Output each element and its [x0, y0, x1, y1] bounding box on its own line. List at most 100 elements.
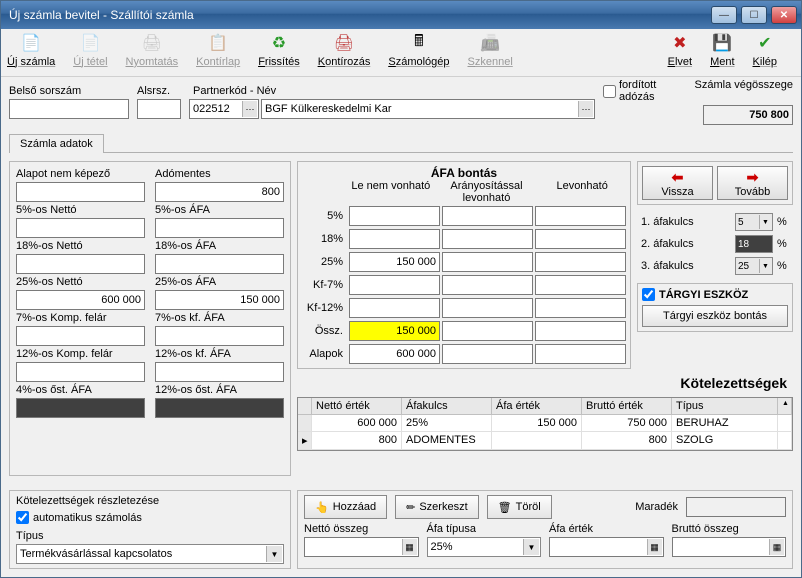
afa-cell[interactable] — [349, 298, 440, 318]
afa-tipusa-combo[interactable]: 25%▼ — [427, 537, 542, 557]
afa25-field[interactable]: 150 000 — [155, 290, 284, 310]
partner-nev-lookup-icon[interactable]: ⋯ — [578, 101, 593, 117]
scroll-up[interactable]: ▲ — [778, 398, 792, 415]
targyi-eszkoz-check[interactable]: TÁRGYI ESZKÖZ — [638, 284, 792, 305]
label-netto25: 25%-os Nettó — [16, 276, 145, 288]
afa-cell[interactable] — [535, 206, 626, 226]
brutto-osszeg-field[interactable]: ▦ — [672, 537, 787, 557]
trash-icon: 🗑 — [498, 501, 512, 514]
label-komp12: 12%-os Komp. felár — [16, 348, 145, 360]
afa-row-label: Alapok — [302, 348, 347, 360]
edit-icon: ✏ — [406, 501, 415, 514]
szamologep-icon: 🖩 — [408, 32, 430, 54]
komp7-field[interactable] — [16, 326, 145, 346]
toolbar-kontirozas[interactable]: 🖨Kontírozás — [318, 32, 371, 68]
afa-cell[interactable] — [349, 206, 440, 226]
afa-cell[interactable] — [442, 252, 533, 272]
afa-cell[interactable] — [442, 321, 533, 341]
tovabb-button[interactable]: ➡ Tovább — [717, 166, 788, 200]
afa-cell[interactable] — [535, 321, 626, 341]
toolbar-ment[interactable]: 💾Ment — [710, 32, 734, 68]
afa-cell[interactable] — [535, 344, 626, 364]
afa-row-label: 25% — [302, 256, 347, 268]
afa-cell[interactable] — [349, 229, 440, 249]
afa-cell[interactable] — [349, 275, 440, 295]
afa-cell[interactable] — [442, 229, 533, 249]
tipus-combo[interactable]: Termékvásárlással kapcsolatos ▼ — [16, 544, 284, 564]
table-header[interactable]: Típus — [672, 398, 778, 415]
afa5-field[interactable] — [155, 218, 284, 238]
table-row[interactable]: 600 00025%150 000750 000BERUHAZ — [298, 415, 792, 432]
auto-szamolas-check[interactable]: automatikus számolás — [16, 511, 284, 524]
hozzaad-button[interactable]: 👆Hozzáad — [304, 495, 387, 519]
torol-button[interactable]: 🗑Töröl — [487, 495, 552, 519]
afa-cell[interactable]: 150 000 — [349, 321, 440, 341]
chevron-down-icon: ▼ — [759, 215, 771, 229]
afa-cell[interactable] — [442, 344, 533, 364]
calc-icon[interactable]: ▦ — [769, 539, 784, 555]
vissza-button[interactable]: ⬅ Vissza — [642, 166, 713, 200]
komp12-field[interactable] — [16, 362, 145, 382]
table-row[interactable]: ▸800ADOMENTES800SZOLG — [298, 432, 792, 450]
table-header[interactable]: Nettó érték — [312, 398, 402, 415]
frissites-icon: ♻ — [268, 32, 290, 54]
toolbar-uj-szamla[interactable]: 📄Új számla — [7, 32, 55, 68]
minimize-button[interactable]: — — [711, 6, 737, 24]
label-netto5: 5%-os Nettó — [16, 204, 145, 216]
kfafa7-field[interactable] — [155, 326, 284, 346]
afa-cell[interactable] — [442, 298, 533, 318]
szkennel-icon: 📠 — [479, 32, 501, 54]
netto5-field[interactable] — [16, 218, 145, 238]
netto25-field[interactable]: 600 000 — [16, 290, 145, 310]
afakulcs-2-select[interactable]: 18 — [735, 235, 773, 253]
netto18-field[interactable] — [16, 254, 145, 274]
kfafa12-field[interactable] — [155, 362, 284, 382]
afa-cell[interactable] — [535, 298, 626, 318]
partnerkod-field[interactable]: 022512 ⋯ — [189, 99, 259, 119]
close-button[interactable]: ✕ — [771, 6, 797, 24]
label-tipus: Típus — [16, 530, 284, 542]
tab-szamla-adatok[interactable]: Számla adatok — [9, 134, 104, 153]
toolbar-frissites[interactable]: ♻Frissítés — [258, 32, 300, 68]
toolbar-kilep[interactable]: ✔Kilép — [753, 32, 777, 68]
afakulcs-1-select[interactable]: 5▼ — [735, 213, 773, 231]
kotelezettsegek-table[interactable]: Nettó értékÁfakulcsÁfa értékBruttó érték… — [297, 397, 793, 451]
afa-cell[interactable] — [535, 252, 626, 272]
forditott-adozas-check[interactable]: fordított adózás — [603, 79, 695, 103]
alsrsz-field[interactable] — [137, 99, 181, 119]
toolbar-szamologep[interactable]: 🖩Számológép — [388, 32, 449, 68]
netto-osszeg-field[interactable]: ▦ — [304, 537, 419, 557]
alapot-field[interactable] — [16, 182, 145, 202]
toolbar-elvet[interactable]: ✖Elvet — [668, 32, 692, 68]
left-panel: Alapot nem képező Adómentes 800 5%-os Ne… — [9, 161, 291, 476]
szerkeszt-button[interactable]: ✏Szerkeszt — [395, 495, 479, 519]
afa-cell[interactable] — [442, 206, 533, 226]
calc-icon[interactable]: ▦ — [647, 539, 662, 555]
label-adomentes: Adómentes — [155, 168, 284, 180]
col-le-nem-vonhato: Le nem vonható — [343, 180, 439, 204]
targyi-bontas-button[interactable]: Tárgyi eszköz bontás — [642, 305, 788, 327]
label-kfafa12: 12%-os kf. ÁFA — [155, 348, 284, 360]
label-afakulcs-2: 2. áfakulcs — [641, 238, 731, 250]
afa-cell[interactable] — [535, 229, 626, 249]
label-belso-sorszam: Belső sorszám — [9, 85, 129, 97]
table-header[interactable]: Áfa érték — [492, 398, 582, 415]
afa-ertek-field[interactable]: ▦ — [549, 537, 664, 557]
afa18-field[interactable] — [155, 254, 284, 274]
afa-cell[interactable]: 600 000 — [349, 344, 440, 364]
afa-cell[interactable]: 150 000 — [349, 252, 440, 272]
afa-cell[interactable] — [442, 275, 533, 295]
afa-cell[interactable] — [535, 275, 626, 295]
table-header[interactable]: Bruttó érték — [582, 398, 672, 415]
toolbar-nyomtatas: 🖨Nyomtatás — [126, 32, 179, 68]
belso-sorszam-field[interactable] — [9, 99, 129, 119]
afakulcs-3-select[interactable]: 25▼ — [735, 257, 773, 275]
partnerkod-lookup-icon[interactable]: ⋯ — [242, 101, 257, 117]
maximize-button[interactable]: ☐ — [741, 6, 767, 24]
table-header[interactable]: Áfakulcs — [402, 398, 492, 415]
kontirlap-icon: 📋 — [207, 32, 229, 54]
kotelezettsegek-title: Kötelezettségek — [297, 373, 793, 393]
adomentes-field[interactable]: 800 — [155, 182, 284, 202]
calc-icon[interactable]: ▦ — [402, 539, 417, 555]
partner-nev-field[interactable]: BGF Külkereskedelmi Kar ⋯ — [261, 99, 595, 119]
